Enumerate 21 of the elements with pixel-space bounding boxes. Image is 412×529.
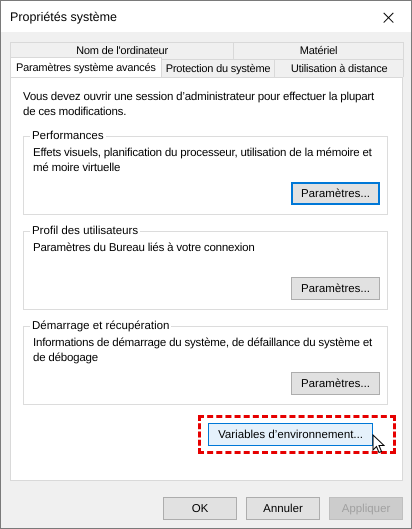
dialog-button[interactable]: Annuler [246,497,320,520]
mouse-pointer-icon [372,434,385,454]
tab[interactable]: Paramètres système avancés [10,57,162,77]
group-title: Profil des utilisateurs [31,225,140,237]
settings-button[interactable]: Paramètres... [291,182,380,205]
tab[interactable]: Matériel [233,42,404,59]
close-button[interactable]: × [366,1,411,32]
tab[interactable]: Nom de l'ordinateur [10,42,234,59]
settings-button[interactable]: Paramètres... [291,277,380,300]
group-description: Effets visuels, planification du processeur, utilisation de la mémoire et mé moire virtuelle [33,146,373,176]
window-title: Propriétés système [10,10,117,24]
group-title: Performances [31,130,105,142]
group-title: Démarrage et récupération [31,320,170,332]
environment-variables-button[interactable]: Variables d’environnement... [208,423,373,446]
group-description: Informations de démarrage du système, de défaillance du système et de débogage [33,336,374,366]
tab[interactable]: Utilisation à distance [274,59,404,77]
group-description: Paramètres du Bureau liés à votre connexion [33,241,256,256]
dialog-button[interactable]: OK [163,497,237,520]
settings-button[interactable]: Paramètres... [291,372,380,395]
admin-notice: Vous devez ouvrir une session d’administrateur pour effectuer la plupart de ces modifications. [23,90,376,120]
tab[interactable]: Protection du système [160,59,276,77]
